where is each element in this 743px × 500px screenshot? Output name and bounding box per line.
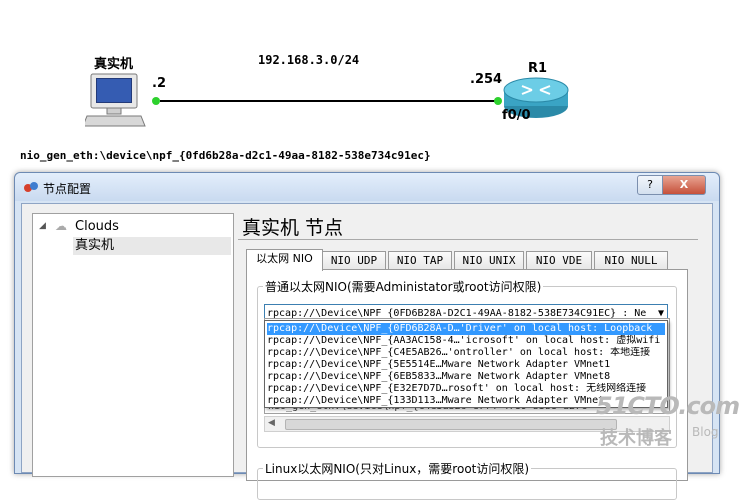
host-label: 真实机 <box>94 57 134 72</box>
tab-ethernet-nio[interactable]: 以太网 NIO <box>246 249 323 271</box>
dialog-title: 节点配置 <box>43 182 92 196</box>
panel-title: 真实机 节点 <box>242 217 344 239</box>
dialog-titlebar[interactable]: 节点配置 ? X <box>15 173 719 201</box>
tab-nio-null[interactable]: NIO NULL <box>594 251 668 270</box>
router-port-label: .254 <box>470 72 503 87</box>
watermark-subtitle: 技术博客 <box>600 428 672 449</box>
host-port-label: .2 <box>152 76 166 91</box>
node-tree[interactable]: ◢ ☁ Clouds 真实机 <box>32 213 234 477</box>
dropdown-option[interactable]: rpcap://\Device\NPF_{5E5514E…Mware Netwo… <box>267 359 665 371</box>
tree-item-clouds[interactable]: Clouds <box>75 218 119 236</box>
watermark-logo: 51CTO.com <box>596 392 740 420</box>
tab-nio-vde[interactable]: NIO VDE <box>526 251 592 270</box>
dropdown-option[interactable]: rpcap://\Device\NPF_{C4E5AB26…'ontroller… <box>267 347 665 359</box>
nio-text: nio_gen_eth:\device\npf_{0fd6b28a-d2c1-4… <box>20 149 431 162</box>
help-button[interactable]: ? <box>637 175 663 195</box>
router-label: R1 <box>528 61 548 76</box>
watermark-blog: Blog <box>692 425 719 439</box>
network-link[interactable] <box>160 100 498 102</box>
host-port-dot <box>152 97 160 105</box>
cloud-icon: ☁ <box>55 219 67 233</box>
router-port-dot <box>494 97 502 105</box>
router-interface-label: f0/0 <box>502 108 531 123</box>
network-label: 192.168.3.0/24 <box>258 53 360 67</box>
dropdown-option[interactable]: rpcap://\Device\NPF_{0FD6B28A-D…'Driver'… <box>267 323 665 335</box>
tab-nio-udp[interactable]: NIO UDP <box>322 251 386 270</box>
close-button[interactable]: X <box>662 175 706 195</box>
tab-nio-tap[interactable]: NIO TAP <box>388 251 452 270</box>
scroll-thumb[interactable] <box>285 419 617 430</box>
linux-nio-group-title: Linux以太网NIO(只对Linux，需要root访问权限) <box>263 460 532 477</box>
computer-icon[interactable] <box>82 72 149 135</box>
tree-item-host[interactable]: 真实机 <box>73 237 231 255</box>
app-icon <box>23 180 39 194</box>
tab-nio-unix[interactable]: NIO UNIX <box>454 251 524 270</box>
dropdown-option[interactable]: rpcap://\Device\NPF_{6EB5833…Mware Netwo… <box>267 371 665 383</box>
tree-expand-icon[interactable]: ◢ <box>39 217 46 235</box>
generic-nio-group-title: 普通以太网NIO(需要Administator或root访问权限) <box>263 278 544 295</box>
title-divider <box>238 239 698 240</box>
scroll-left-icon[interactable]: ◀ <box>268 418 275 428</box>
dropdown-option[interactable]: rpcap://\Device\NPF_{AA3AC158-4…'icrosof… <box>267 335 665 347</box>
